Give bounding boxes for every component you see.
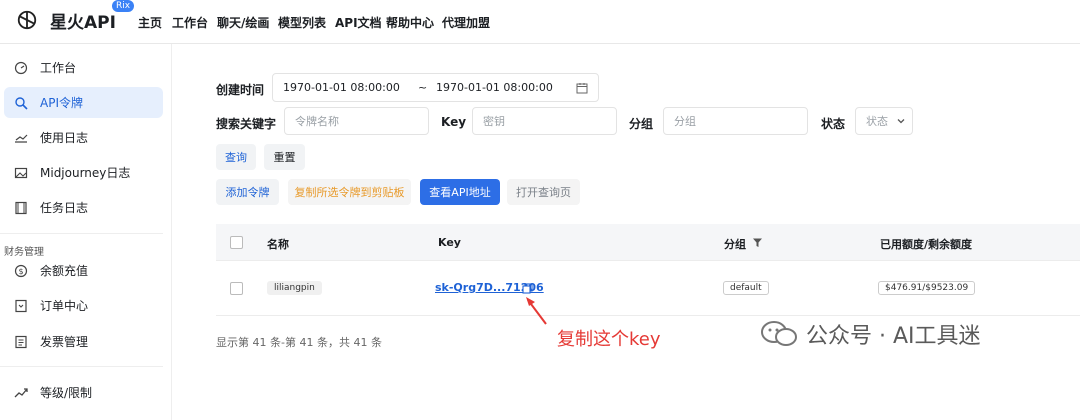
copy-selected-tokens-button[interactable]: 复制所选令牌到剪贴板: [288, 179, 411, 205]
wechat-icon: [761, 321, 797, 346]
dashboard-icon: [14, 61, 28, 74]
sidebar-item-recharge[interactable]: $ 余额充值: [4, 255, 163, 286]
copy-icon[interactable]: [522, 283, 533, 294]
nav-models[interactable]: 模型列表: [278, 14, 326, 31]
sidebar-item-label: 任务日志: [40, 201, 89, 215]
sidebar-item-midjourney-log[interactable]: Midjourney日志: [4, 157, 163, 188]
status-selected-value: 状态: [866, 115, 888, 128]
coin-icon: $: [14, 264, 28, 277]
end-time-value: 1970-01-01 08:00:00: [436, 81, 553, 94]
sidebar-item-workbench[interactable]: 工作台: [4, 52, 163, 83]
column-header-quota: 已用额度/剩余额度: [880, 238, 973, 251]
key-icon: [15, 96, 28, 110]
invoice-icon: [15, 335, 27, 348]
view-api-address-button[interactable]: 查看API地址: [420, 179, 500, 205]
sidebar-item-label: 订单中心: [40, 299, 89, 313]
sidebar-item-label: 余额充值: [40, 264, 89, 278]
trend-icon: [14, 387, 28, 397]
order-icon: [15, 299, 27, 312]
quota-tag: $476.91/$9523.09: [878, 281, 976, 295]
sidebar-item-task-log[interactable]: 任务日志: [4, 192, 163, 223]
sidebar-item-api-token[interactable]: API令牌: [4, 87, 163, 118]
sidebar-item-label: API令牌: [40, 96, 83, 110]
calendar-icon[interactable]: [576, 82, 588, 94]
reset-button[interactable]: 重置: [264, 144, 305, 170]
sidebar-item-orders[interactable]: 订单中心: [4, 290, 163, 321]
key-input[interactable]: 密钥: [472, 107, 617, 135]
created-time-label: 创建时间: [216, 83, 265, 97]
status-select[interactable]: 状态: [855, 107, 913, 135]
key-placeholder: 密钥: [483, 115, 505, 128]
status-label: 状态: [821, 117, 846, 131]
search-keyword-label: 搜索关键字: [216, 117, 277, 131]
select-all-checkbox[interactable]: [230, 236, 243, 249]
image-icon: [14, 167, 28, 178]
nav-help[interactable]: 帮助中心: [386, 14, 434, 31]
annotation-text: 复制这个key: [557, 329, 661, 350]
add-token-button[interactable]: 添加令牌: [216, 179, 279, 205]
sidebar-divider: [0, 233, 163, 234]
token-name-tag: liliangpin: [267, 281, 322, 295]
nav-api-docs[interactable]: API文档: [335, 14, 382, 31]
query-button[interactable]: 查询: [216, 144, 256, 170]
nav-home[interactable]: 主页: [138, 14, 162, 31]
openai-logo-icon[interactable]: [16, 9, 38, 31]
sidebar-item-level-limit[interactable]: 等级/限制: [4, 377, 163, 408]
sidebar-divider: [0, 366, 163, 367]
main-content: 创建时间 1970-01-01 08:00:00 ~ 1970-01-01 08…: [172, 44, 1080, 420]
column-header-group: 分组: [724, 238, 746, 251]
table-header: 名称 Key 分组 已用额度/剩余额度: [216, 224, 1080, 261]
token-name-placeholder: 令牌名称: [295, 115, 339, 128]
sidebar: 工作台 API令牌 使用日志 Midjourney日志 任务日志 财务管理 $ …: [0, 44, 172, 420]
group-tag: default: [723, 281, 769, 295]
date-range-picker[interactable]: 1970-01-01 08:00:00 ~ 1970-01-01 08:00:0…: [272, 73, 599, 102]
group-label: 分组: [629, 117, 654, 131]
sidebar-item-label: 使用日志: [40, 131, 89, 145]
nav-workbench[interactable]: 工作台: [172, 14, 208, 31]
table-row[interactable]: liliangpin sk-Qrg7D...71206 default $476…: [216, 261, 1080, 316]
sidebar-item-invoices[interactable]: 发票管理: [4, 326, 163, 357]
nav-chat[interactable]: 聊天/绘画: [217, 14, 269, 31]
start-time-value: 1970-01-01 08:00:00: [283, 81, 400, 94]
row-checkbox[interactable]: [230, 282, 243, 295]
pagination-info: 显示第 41 条-第 41 条，共 41 条: [216, 336, 382, 349]
token-name-input[interactable]: 令牌名称: [284, 107, 429, 135]
annotation-arrow-icon: [526, 297, 547, 325]
film-icon: [15, 201, 27, 214]
column-header-name: 名称: [267, 238, 289, 251]
column-header-key: Key: [438, 236, 461, 249]
watermark: 公众号 · AI工具迷: [760, 318, 981, 350]
range-separator: ~: [418, 81, 428, 94]
nav-agent[interactable]: 代理加盟: [442, 14, 490, 31]
svg-text:$: $: [18, 267, 23, 276]
log-icon: [15, 134, 28, 143]
key-label: Key: [441, 115, 467, 129]
sidebar-item-label: 发票管理: [40, 335, 89, 349]
group-placeholder: 分组: [674, 115, 696, 128]
top-bar: 星火API Rix 主页 工作台 聊天/绘画 模型列表 API文档 帮助中心 代…: [0, 0, 1080, 44]
sidebar-item-usage-log[interactable]: 使用日志: [4, 122, 163, 153]
watermark-text: 公众号 · AI工具迷: [806, 324, 981, 349]
filter-icon[interactable]: [752, 237, 763, 248]
group-input[interactable]: 分组: [663, 107, 808, 135]
sidebar-item-label: Midjourney日志: [40, 166, 131, 180]
sidebar-item-label: 等级/限制: [40, 386, 93, 400]
sidebar-item-label: 工作台: [40, 61, 77, 75]
brand-badge: Rix: [112, 0, 135, 12]
open-query-page-button[interactable]: 打开查询页: [507, 179, 580, 205]
brand-name[interactable]: 星火API: [50, 8, 116, 33]
chevron-down-icon: [897, 119, 905, 124]
